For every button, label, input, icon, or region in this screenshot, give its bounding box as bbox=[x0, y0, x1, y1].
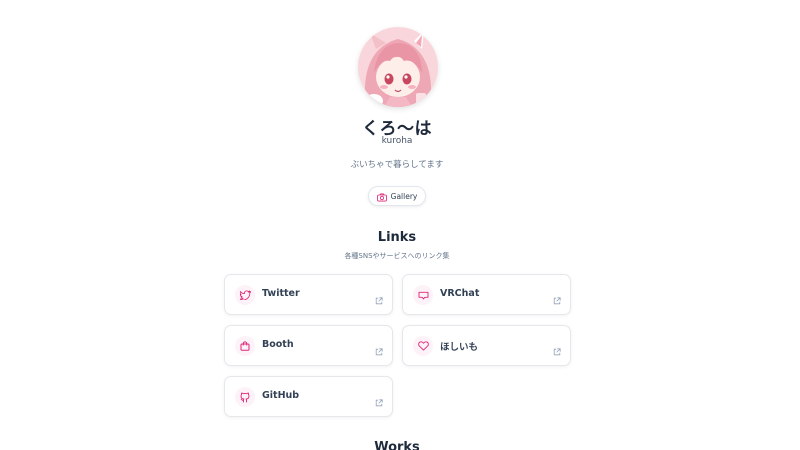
camera-icon bbox=[376, 187, 387, 206]
link-card-wishlist[interactable]: ほしいも bbox=[402, 325, 571, 366]
avatar-illustration bbox=[358, 27, 438, 107]
heart-icon bbox=[413, 336, 433, 356]
works-section-title: Works bbox=[374, 440, 420, 450]
github-icon bbox=[235, 387, 255, 407]
link-card-twitter[interactable]: Twitter bbox=[224, 274, 393, 315]
vrchat-icon bbox=[413, 285, 433, 305]
link-card-vrchat[interactable]: VRChat bbox=[402, 274, 571, 315]
link-card-label: Twitter bbox=[262, 288, 300, 299]
link-card-label: ほしいも bbox=[440, 342, 479, 353]
profile-page: くろ〜は kuroha ぶいちゃで暮らしてます Gallery Links 各種… bbox=[0, 0, 800, 450]
link-card-label: Booth bbox=[262, 339, 294, 350]
profile-handle: kuroha bbox=[381, 136, 413, 146]
link-card-booth[interactable]: Booth bbox=[224, 325, 393, 366]
external-link-icon bbox=[553, 341, 561, 360]
links-section-subtitle: 各種SNSやサービスへのリンク集 bbox=[344, 252, 450, 260]
link-card-github[interactable]: GitHub bbox=[224, 376, 393, 417]
external-link-icon bbox=[375, 341, 383, 360]
link-card-label: GitHub bbox=[262, 390, 300, 401]
external-link-icon bbox=[553, 290, 561, 309]
gallery-button-label: Gallery bbox=[390, 191, 418, 201]
avatar bbox=[358, 27, 438, 107]
links-section-title: Links bbox=[377, 230, 417, 245]
link-card-label: VRChat bbox=[440, 288, 480, 299]
booth-bag-icon bbox=[235, 336, 255, 356]
profile-bio: ぶいちゃで暮らしてます bbox=[350, 160, 444, 170]
external-link-icon bbox=[375, 392, 383, 411]
gallery-button[interactable]: Gallery bbox=[368, 186, 426, 206]
twitter-icon bbox=[235, 285, 255, 305]
external-link-icon bbox=[375, 290, 383, 309]
